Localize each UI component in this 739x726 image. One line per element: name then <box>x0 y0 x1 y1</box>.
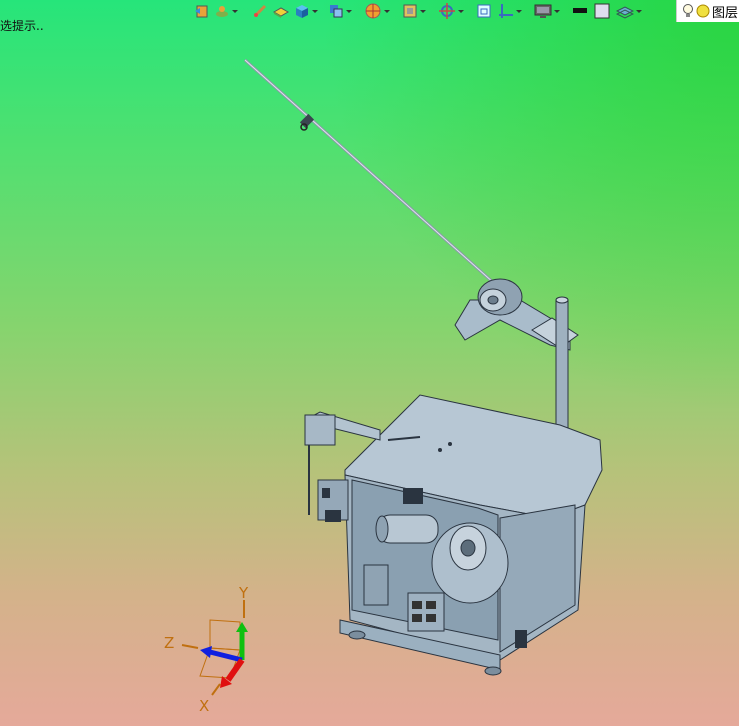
shade-with-edges-button[interactable] <box>272 0 290 22</box>
layout-button[interactable] <box>476 0 492 22</box>
render-style-icon <box>296 5 308 18</box>
clip-section-icon <box>499 4 513 18</box>
layout-icon <box>477 4 491 18</box>
shade-with-edges-icon <box>272 7 290 18</box>
fit-view-button[interactable] <box>402 0 426 22</box>
background-light-button[interactable] <box>594 0 610 22</box>
graphics-viewport[interactable]: 选提示.. Y Z X 图层 <box>0 0 739 726</box>
layer-control[interactable]: 图层 <box>676 0 739 22</box>
display-monitor-button[interactable] <box>534 0 560 22</box>
triad-z-label: Z <box>164 634 174 652</box>
edit-section-button[interactable] <box>252 0 268 22</box>
view-orientation-button[interactable] <box>328 0 352 22</box>
background-light-icon <box>594 3 610 19</box>
view-restore-icon <box>195 5 208 18</box>
wcs-display-button[interactable] <box>364 0 390 22</box>
fit-view-icon <box>403 4 417 18</box>
view-restore-button[interactable] <box>194 0 210 22</box>
edit-section-icon <box>253 4 267 18</box>
rotate-view-button[interactable] <box>438 0 464 22</box>
view-toolbar <box>194 0 646 22</box>
lightbulb-icon <box>683 4 693 17</box>
snap-view-icon <box>216 6 228 17</box>
triad-x-label: X <box>199 697 209 715</box>
view-orientation-icon <box>330 5 343 18</box>
rotate-view-icon <box>439 3 455 19</box>
background-dark-icon <box>573 8 587 13</box>
triad-y-label: Y <box>238 584 249 602</box>
layer-settings-button[interactable] <box>616 0 642 22</box>
clip-section-button[interactable] <box>498 0 522 22</box>
layer-settings-icon <box>616 6 634 19</box>
sun-icon <box>696 4 710 18</box>
layer-label: 图层 <box>712 5 739 21</box>
snap-view-button[interactable] <box>214 0 238 22</box>
render-style-button[interactable] <box>294 0 318 22</box>
display-monitor-icon <box>534 4 552 18</box>
background-dark-button[interactable] <box>572 0 588 22</box>
wcs-display-icon <box>365 3 381 19</box>
orientation-triad: Y Z X <box>164 584 249 715</box>
